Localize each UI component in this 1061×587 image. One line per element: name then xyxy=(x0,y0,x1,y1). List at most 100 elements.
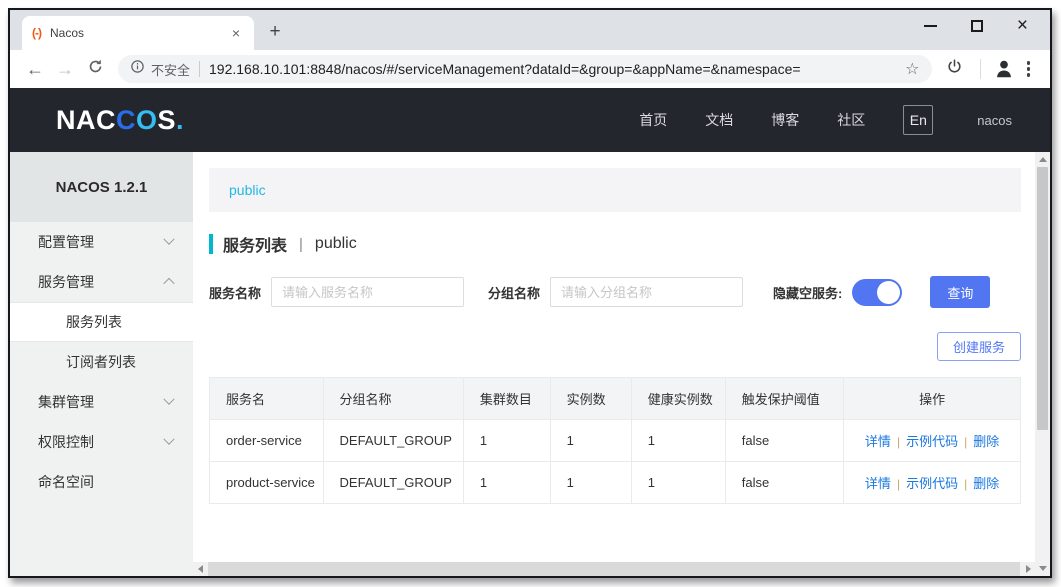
tab-strip: (-) Nacos × + × xyxy=(10,10,1050,50)
detail-link[interactable]: 详情 xyxy=(865,434,891,449)
group-name-label: 分组名称 xyxy=(488,285,541,301)
browser-menu-icon[interactable] xyxy=(1017,61,1041,77)
nav-home[interactable]: 首页 xyxy=(639,110,667,130)
main-content: public 服务列表 | public 服务名称 分组名称 隐藏空服务: 查询… xyxy=(193,152,1035,576)
cell-cluster-count: 1 xyxy=(462,461,551,504)
page-title-row: 服务列表 | public xyxy=(209,232,1021,256)
query-button[interactable]: 查询 xyxy=(930,276,991,308)
forward-icon[interactable]: → xyxy=(50,59,80,80)
address-bar[interactable]: 不安全 192.168.10.101:8848/nacos/#/serviceM… xyxy=(118,55,932,83)
hide-empty-service-toggle[interactable] xyxy=(852,278,903,306)
tab-title: Nacos xyxy=(50,26,85,40)
table-row: order-service DEFAULT_GROUP 1 1 1 false … xyxy=(209,419,1021,462)
page-title: 服务列表 xyxy=(223,238,288,255)
nav-blog[interactable]: 博客 xyxy=(771,110,799,130)
sidebar: NACOS 1.2.1 配置管理 服务管理 服务列表 订阅者列表 集群管理 权限… xyxy=(10,152,193,576)
vertical-scrollbar[interactable] xyxy=(1035,152,1050,576)
logged-in-username[interactable]: nacos xyxy=(977,113,1012,128)
security-label: 不安全 xyxy=(151,62,191,78)
namespace-tab-bar: public xyxy=(209,168,1021,212)
minimize-icon[interactable] xyxy=(923,25,937,27)
nacos-header: NACCOS. 首页 文档 博客 社区 En nacos xyxy=(10,88,1050,152)
detail-link[interactable]: 详情 xyxy=(865,476,891,491)
sidebar-item-config-management[interactable]: 配置管理 xyxy=(10,222,193,262)
reload-icon[interactable] xyxy=(80,58,110,80)
namespace-tab-public[interactable]: public xyxy=(229,182,266,198)
scroll-right-icon[interactable] xyxy=(1021,562,1035,576)
sidebar-item-service-list[interactable]: 服务列表 xyxy=(10,302,193,342)
chevron-down-icon xyxy=(163,233,175,245)
title-accent-bar xyxy=(209,234,213,254)
nacos-version: NACOS 1.2.1 xyxy=(10,152,193,222)
page-title-namespace: public xyxy=(314,235,357,252)
cell-service-name: product-service xyxy=(209,461,324,504)
col-group-name: 分组名称 xyxy=(322,377,464,420)
cell-instance-count: 1 xyxy=(549,461,632,504)
profile-avatar[interactable] xyxy=(991,58,1017,80)
cell-actions: 详情 | 示例代码 | 删除 xyxy=(843,419,1021,462)
service-name-label: 服务名称 xyxy=(209,285,262,301)
maximize-icon[interactable] xyxy=(970,20,983,32)
sample-code-link[interactable]: 示例代码 xyxy=(906,476,958,491)
delete-link[interactable]: 删除 xyxy=(973,476,999,491)
toggle-knob xyxy=(877,280,901,304)
col-instance-count: 实例数 xyxy=(549,377,632,420)
close-icon[interactable]: × xyxy=(1017,16,1028,35)
language-toggle-button[interactable]: En xyxy=(903,105,934,135)
nacos-logo: NACCOS. xyxy=(56,104,185,135)
service-table: 服务名 分组名称 集群数目 实例数 健康实例数 触发保护阈值 操作 order-… xyxy=(209,377,1021,504)
bookmark-star-icon[interactable]: ☆ xyxy=(905,59,919,79)
horizontal-scrollbar[interactable] xyxy=(193,562,1035,576)
filter-row: 服务名称 分组名称 隐藏空服务: 查询 xyxy=(209,276,1021,308)
chevron-down-icon xyxy=(163,393,175,405)
cell-actions: 详情 | 示例代码 | 删除 xyxy=(843,461,1021,504)
divider xyxy=(979,59,981,79)
hide-empty-service-label: 隐藏空服务: xyxy=(773,285,843,301)
create-row: 创建服务 xyxy=(209,332,1021,361)
browser-tab[interactable]: (-) Nacos × xyxy=(22,16,254,50)
info-icon[interactable] xyxy=(130,59,145,79)
cell-instance-count: 1 xyxy=(549,419,632,462)
tab-close-icon[interactable]: × xyxy=(228,24,244,42)
cell-cluster-count: 1 xyxy=(462,419,551,462)
browser-window: (-) Nacos × + × ← → 不安全 192.168.10.101:8… xyxy=(8,8,1052,578)
nav-docs[interactable]: 文档 xyxy=(705,110,733,130)
col-cluster-count: 集群数目 xyxy=(462,377,551,420)
nav-community[interactable]: 社区 xyxy=(837,110,865,130)
sidebar-item-cluster-management[interactable]: 集群管理 xyxy=(10,382,193,422)
sidebar-item-subscriber-list[interactable]: 订阅者列表 xyxy=(10,342,193,382)
delete-link[interactable]: 删除 xyxy=(973,434,999,449)
back-icon[interactable]: ← xyxy=(20,59,50,80)
vertical-scroll-thumb[interactable] xyxy=(1037,167,1048,430)
create-service-button[interactable]: 创建服务 xyxy=(936,332,1021,361)
url-text[interactable]: 192.168.10.101:8848/nacos/#/serviceManag… xyxy=(209,61,895,77)
horizontal-scroll-thumb[interactable] xyxy=(208,562,1020,576)
cell-healthy-count: 1 xyxy=(630,419,726,462)
sidebar-item-service-management[interactable]: 服务管理 xyxy=(10,262,193,302)
scroll-left-icon[interactable] xyxy=(193,562,207,576)
col-actions: 操作 xyxy=(843,377,1021,420)
window-controls: × xyxy=(923,16,1050,40)
cell-threshold: false xyxy=(724,419,845,462)
header-nav: 首页 文档 博客 社区 xyxy=(639,110,865,130)
sidebar-item-namespace[interactable]: 命名空间 xyxy=(10,462,193,502)
group-name-input[interactable] xyxy=(550,277,744,307)
scroll-down-icon[interactable] xyxy=(1038,566,1047,571)
table-row: product-service DEFAULT_GROUP 1 1 1 fals… xyxy=(209,461,1021,504)
cell-healthy-count: 1 xyxy=(630,461,726,504)
sidebar-item-permission-control[interactable]: 权限控制 xyxy=(10,422,193,462)
table-header-row: 服务名 分组名称 集群数目 实例数 健康实例数 触发保护阈值 操作 xyxy=(209,377,1021,420)
divider xyxy=(199,61,201,77)
scroll-up-icon[interactable] xyxy=(1038,157,1047,162)
new-tab-button[interactable]: + xyxy=(260,17,290,47)
sample-code-link[interactable]: 示例代码 xyxy=(906,434,958,449)
nacos-favicon-icon: (-) xyxy=(32,26,42,40)
col-healthy-instance-count: 健康实例数 xyxy=(630,377,726,420)
cell-group-name: DEFAULT_GROUP xyxy=(322,461,464,504)
cell-service-name: order-service xyxy=(209,419,324,462)
cell-threshold: false xyxy=(724,461,845,504)
service-name-input[interactable] xyxy=(271,277,465,307)
chevron-down-icon xyxy=(163,433,175,445)
power-extension-icon[interactable] xyxy=(940,58,970,80)
col-protect-threshold: 触发保护阈值 xyxy=(724,377,845,420)
